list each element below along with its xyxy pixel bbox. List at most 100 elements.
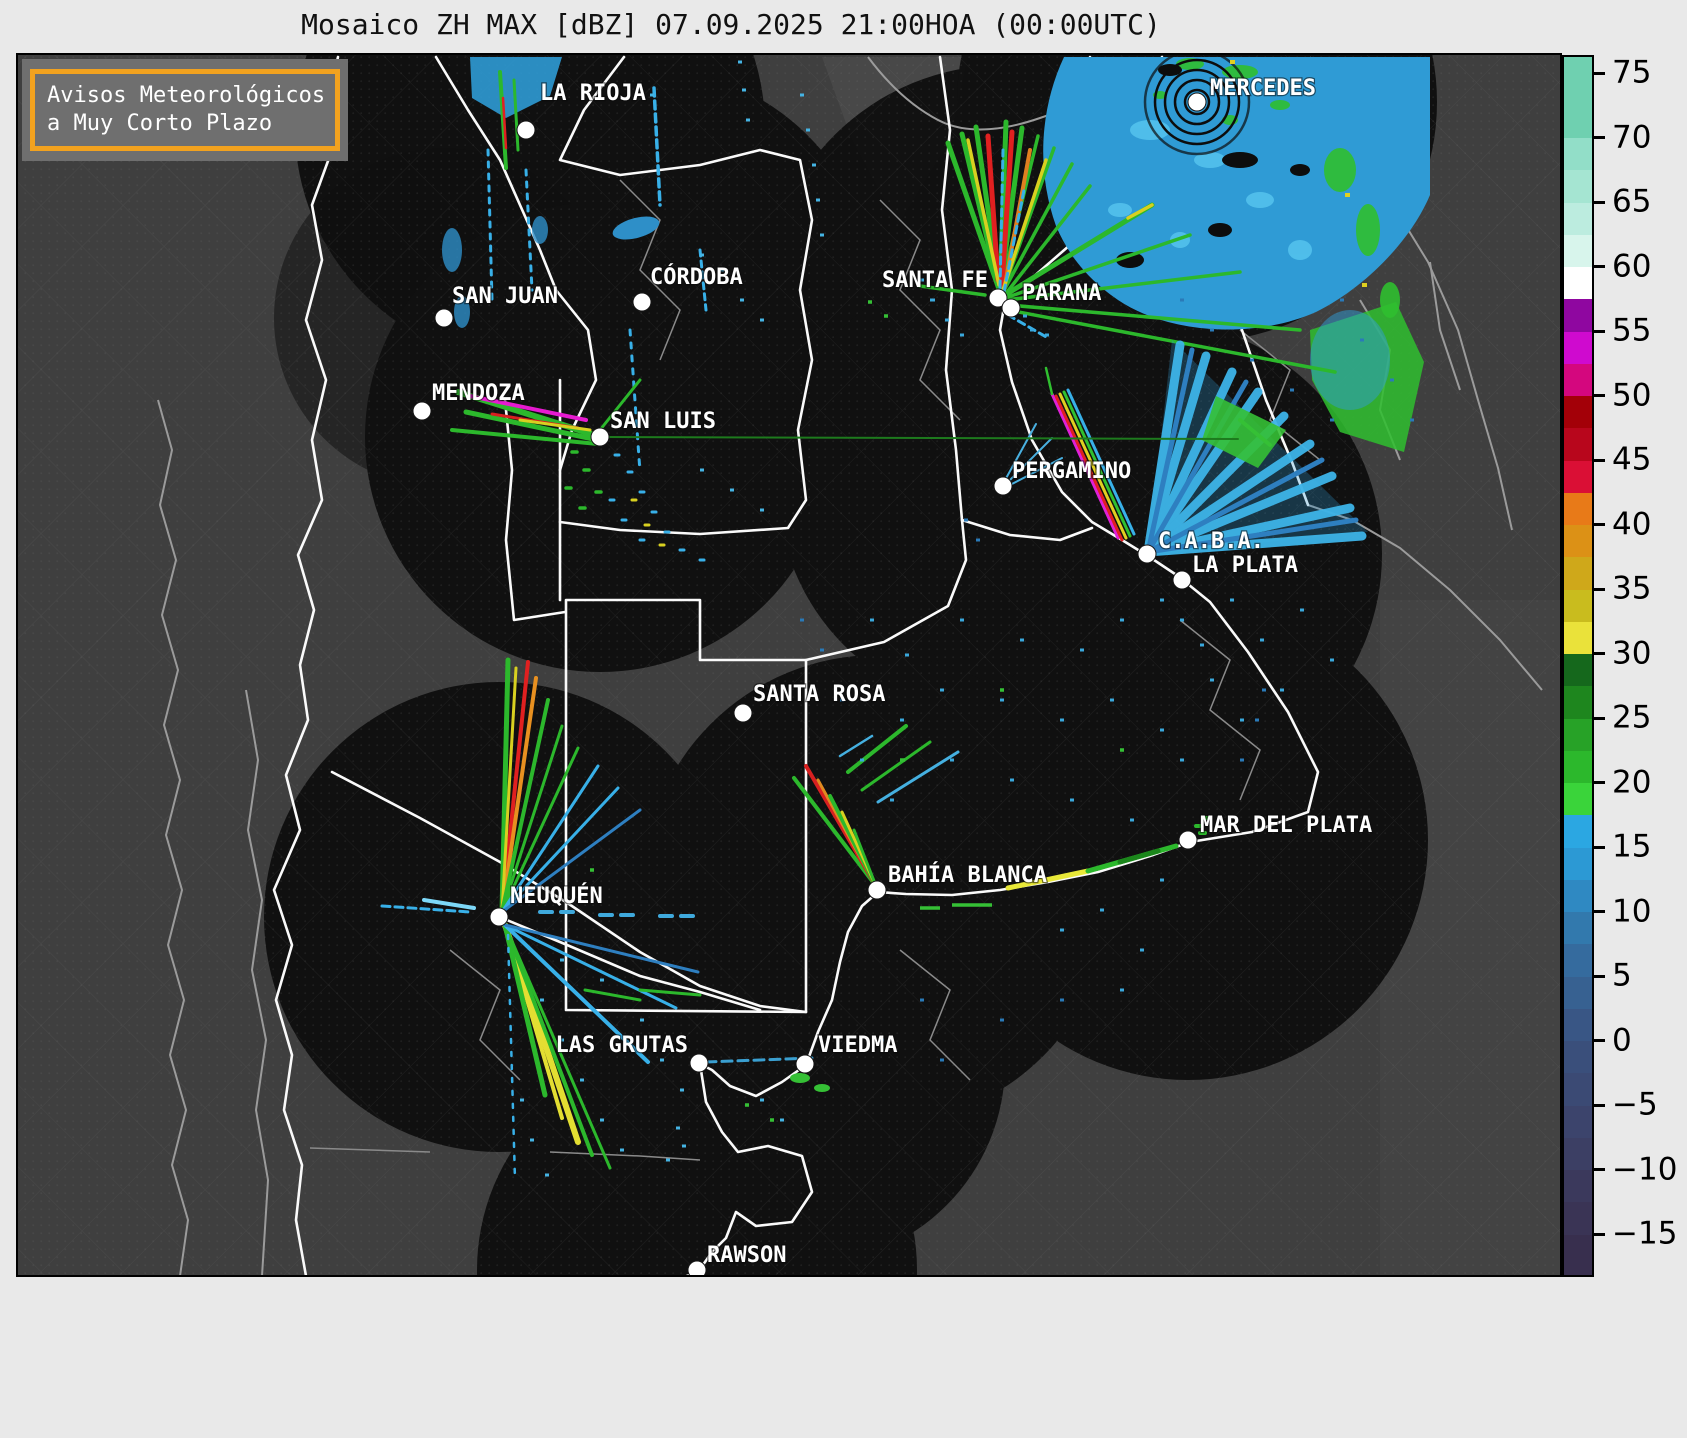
colorbar-tick-label: 35 <box>1612 570 1652 607</box>
colorbar-segment <box>1564 814 1592 848</box>
warning-box: Avisos Meteorológicos a Muy Corto Plazo <box>30 69 340 151</box>
colorbar-tick-label: 60 <box>1612 247 1652 284</box>
city-label-santa-fe: SANTA FE <box>882 268 988 293</box>
city-dot-parana <box>1001 298 1021 318</box>
radar-map[interactable]: LA RIOJA MERCEDES SAN JUAN CÓRDOBA SANTA FE P… <box>16 53 1562 1277</box>
colorbar-segment <box>1564 589 1592 622</box>
colorbar-segment <box>1564 1040 1592 1074</box>
city-label-rawson: RAWSON <box>707 1243 786 1268</box>
city-label-bah-a-blanca: BAHÍA BLANCA <box>888 862 1047 888</box>
colorbar-segment <box>1564 879 1592 913</box>
colorbar-segment <box>1564 57 1592 139</box>
radar-map-svg: LA RIOJA MERCEDES SAN JUAN CÓRDOBA SANTA FE P… <box>18 55 1560 1275</box>
colorbar-segment <box>1564 137 1592 171</box>
warning-banner[interactable]: Avisos Meteorológicos a Muy Corto Plazo <box>22 59 348 161</box>
colorbar-tick-mark <box>1594 1039 1605 1042</box>
city-label-viedma: VIEDMA <box>818 1033 897 1058</box>
colorbar-segment <box>1564 234 1592 268</box>
city-dot-san-luis <box>590 427 610 447</box>
colorbar-segment <box>1564 1008 1592 1042</box>
city-label-c-rdoba: CÓRDOBA <box>650 264 743 290</box>
colorbar-tick-mark <box>1594 587 1605 591</box>
page-title: Mosaico ZH MAX [dBZ] 07.09.2025 21:00HOA… <box>301 8 1161 41</box>
colorbar-tick-mark <box>1594 71 1605 75</box>
footer-logos: Servicio Meteorológico Nacional Argentin… <box>0 1277 1687 1438</box>
city-dot-c-a-b-a- <box>1137 544 1157 564</box>
colorbar-segment <box>1564 395 1592 429</box>
city-dot-santa-rosa <box>733 703 753 723</box>
city-label-santa-rosa: SANTA ROSA <box>753 682 885 707</box>
colorbar-segment <box>1564 1169 1592 1203</box>
colorbar-segment <box>1564 1105 1592 1138</box>
colorbar-tick-mark <box>1594 136 1605 139</box>
colorbar-tick-label: 30 <box>1612 634 1652 671</box>
city-dot-bah-a-blanca <box>867 880 887 900</box>
colorbar-tick-label: −10 <box>1612 1150 1678 1187</box>
colorbar-tick-mark <box>1594 458 1605 462</box>
colorbar-tick-mark <box>1594 781 1605 784</box>
city-dot-c-rdoba <box>632 292 652 312</box>
colorbar-tick-label: −5 <box>1612 1086 1658 1123</box>
city-label-san-juan: SAN JUAN <box>452 284 558 309</box>
colorbar-tick-label: 75 <box>1612 54 1652 91</box>
radar-mosaic-page: Mosaico ZH MAX [dBZ] 07.09.2025 21:00HOA… <box>0 0 1687 1438</box>
colorbar-segment <box>1564 427 1592 461</box>
colorbar-tick-label: 70 <box>1612 118 1652 155</box>
colorbar-tick-mark <box>1594 200 1605 204</box>
colorbar-segment <box>1564 621 1592 655</box>
colorbar-segment <box>1564 718 1592 751</box>
colorbar-tick-label: 20 <box>1612 763 1652 800</box>
colorbar-tick-label: 65 <box>1612 183 1652 220</box>
colorbar-segment <box>1564 782 1592 816</box>
colorbar-tick-mark <box>1594 523 1605 526</box>
colorbar-tick-label: 0 <box>1612 1021 1632 1058</box>
colorbar-segment <box>1564 266 1592 300</box>
colorbar-segment <box>1564 169 1592 203</box>
colorbar-tick-mark <box>1594 716 1605 720</box>
warning-line-1: Avisos Meteorológicos <box>47 83 326 108</box>
colorbar-segment <box>1564 331 1592 364</box>
colorbar-tick-mark <box>1594 265 1605 268</box>
colorbar-tick-mark <box>1594 394 1605 397</box>
colorbar-tick-mark <box>1594 652 1605 655</box>
city-dot-mar-del-plata <box>1178 830 1198 850</box>
colorbar-segment <box>1564 911 1592 945</box>
colorbar-segment <box>1564 750 1592 784</box>
city-label-san-luis: SAN LUIS <box>610 409 716 434</box>
city-label-mendoza: MENDOZA <box>432 381 525 406</box>
colorbar-tick-mark <box>1594 1168 1605 1171</box>
colorbar-tick-label: 55 <box>1612 312 1652 349</box>
colorbar-tick-mark <box>1594 329 1605 333</box>
city-dot-mendoza <box>412 401 432 421</box>
city-dot-pergamino <box>993 476 1013 496</box>
colorbar-segment <box>1564 943 1592 977</box>
colorbar-segment <box>1564 298 1592 332</box>
colorbar-tick-label: 50 <box>1612 376 1652 413</box>
city-dot-san-juan <box>434 308 454 328</box>
colorbar-tick-mark <box>1594 1103 1605 1107</box>
warning-line-2: a Muy Corto Plazo <box>47 111 273 136</box>
city-dot-las-grutas <box>689 1053 709 1073</box>
colorbar-segment <box>1564 1201 1592 1235</box>
colorbar-tick-mark <box>1594 974 1605 978</box>
city-label-neuqu-n: NEUQUÉN <box>510 883 603 909</box>
colorbar-segment <box>1564 1072 1592 1106</box>
colorbar-segment <box>1564 976 1592 1009</box>
colorbar-tick-label: 10 <box>1612 892 1652 929</box>
city-label-pergamino: PERGAMINO <box>1012 459 1131 484</box>
colorbar-segment <box>1564 363 1592 397</box>
colorbar-segment <box>1564 556 1592 590</box>
colorbar-tick-label: 5 <box>1612 957 1632 994</box>
colorbar-segment <box>1564 202 1592 235</box>
colorbar-segment <box>1564 460 1592 493</box>
city-dot-neuqu-n <box>489 907 509 927</box>
colorbar-segment <box>1564 1137 1592 1171</box>
city-dot-rawson <box>687 1260 707 1275</box>
colorbar-segment <box>1564 685 1592 719</box>
colorbar-segment <box>1564 524 1592 558</box>
city-label-parana: PARANA <box>1022 281 1101 306</box>
city-dot-viedma <box>795 1054 815 1074</box>
colorbar-tick-mark <box>1594 910 1605 913</box>
colorbar-tick-label: 25 <box>1612 699 1652 736</box>
colorbar-tick-label: 45 <box>1612 441 1652 478</box>
